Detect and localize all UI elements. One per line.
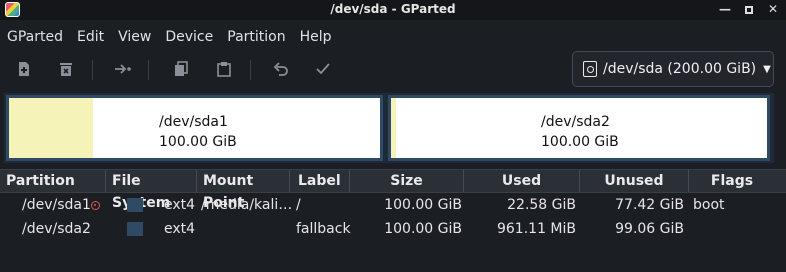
device-selector[interactable]: /dev/sda (200.00 GiB) ▼ — [572, 51, 774, 87]
mounted-warning-icon — [91, 201, 100, 210]
device-selector-label: /dev/sda (200.00 GiB) — [603, 61, 757, 77]
column-header-size[interactable]: Size — [350, 170, 464, 192]
cell-unused: 77.42 GiB — [615, 197, 684, 213]
menu-bar: GParted Edit View Device Partition Help — [0, 24, 339, 50]
cell-mount-point: /media/kali… — [201, 197, 293, 213]
menu-edit[interactable]: Edit — [70, 24, 111, 50]
close-icon[interactable]: ✕ — [766, 1, 780, 17]
used-space-bar — [9, 98, 93, 158]
column-header-flags[interactable]: Flags — [689, 170, 775, 192]
paste-icon[interactable] — [211, 56, 237, 82]
column-header-used[interactable]: Used — [464, 170, 580, 192]
column-header-label[interactable]: Label — [290, 170, 350, 192]
menu-partition[interactable]: Partition — [220, 24, 292, 50]
window-controls: — ✕ — [718, 1, 780, 17]
cell-partition: /dev/sda2 — [22, 221, 91, 237]
disk-map-label: /dev/sda2 100.00 GiB — [541, 112, 619, 152]
partition-table: Partition File System Mount Point Label … — [0, 169, 786, 241]
maximize-icon[interactable] — [742, 1, 756, 17]
cell-filesystem: ext4 — [164, 221, 196, 237]
column-header-filesystem[interactable]: File System — [106, 170, 197, 211]
table-row[interactable]: /dev/sda2 ext4 fallback 100.00 GiB 961.1… — [0, 217, 786, 241]
cell-used: 961.11 MiB — [496, 221, 576, 237]
partition-size: 100.00 GiB — [159, 134, 237, 150]
cell-filesystem: ext4 — [164, 197, 196, 213]
toolbar-separator — [92, 60, 93, 80]
chevron-down-icon: ▼ — [763, 63, 771, 75]
partition-name: /dev/sda2 — [541, 114, 610, 130]
toolbar-separator — [250, 60, 251, 80]
disk-partition-map: /dev/sda1 100.00 GiB /dev/sda2 100.00 Gi… — [4, 93, 774, 163]
table-header: Partition File System Mount Point Label … — [0, 169, 786, 211]
cell-unused: 99.06 GiB — [615, 221, 684, 237]
disk-map-partition-sda2[interactable]: /dev/sda2 100.00 GiB — [388, 95, 770, 161]
copy-icon[interactable] — [168, 56, 194, 82]
table-row[interactable]: /dev/sda1 ext4 /media/kali… / 100.00 GiB… — [0, 193, 786, 217]
window-title: /dev/sda - GParted — [330, 2, 456, 16]
cell-size: 100.00 GiB — [384, 221, 462, 237]
cell-used: 22.58 GiB — [507, 197, 576, 213]
cell-label: / — [296, 197, 301, 213]
cell-size: 100.00 GiB — [384, 197, 462, 213]
column-header-partition[interactable]: Partition — [0, 170, 106, 192]
partition-size: 100.00 GiB — [541, 134, 619, 150]
column-header-unused[interactable]: Unused — [580, 170, 689, 192]
filesystem-color-swatch — [127, 222, 143, 236]
hard-disk-icon — [583, 61, 597, 77]
undo-icon[interactable] — [268, 56, 294, 82]
menu-help[interactable]: Help — [293, 24, 339, 50]
disk-map-label: /dev/sda1 100.00 GiB — [159, 112, 237, 152]
disk-map-partition-sda1[interactable]: /dev/sda1 100.00 GiB — [6, 95, 383, 161]
toolbar-separator — [148, 60, 149, 80]
cell-partition: /dev/sda1 — [22, 197, 91, 213]
used-space-bar — [391, 98, 396, 158]
delete-partition-icon[interactable] — [53, 56, 79, 82]
minimize-icon[interactable]: — — [718, 1, 732, 17]
menu-device[interactable]: Device — [158, 24, 220, 50]
partition-name: /dev/sda1 — [159, 114, 228, 130]
title-bar: /dev/sda - GParted — ✕ — [0, 0, 786, 20]
apply-icon[interactable] — [310, 56, 336, 82]
menu-view[interactable]: View — [111, 24, 158, 50]
cell-flags: boot — [693, 197, 725, 213]
resize-move-icon[interactable] — [110, 56, 136, 82]
filesystem-color-swatch — [127, 198, 143, 212]
column-header-mount-point[interactable]: Mount Point — [197, 170, 290, 211]
menu-gparted[interactable]: GParted — [0, 24, 70, 50]
cell-label: fallback — [296, 221, 351, 237]
new-partition-icon[interactable] — [11, 56, 37, 82]
